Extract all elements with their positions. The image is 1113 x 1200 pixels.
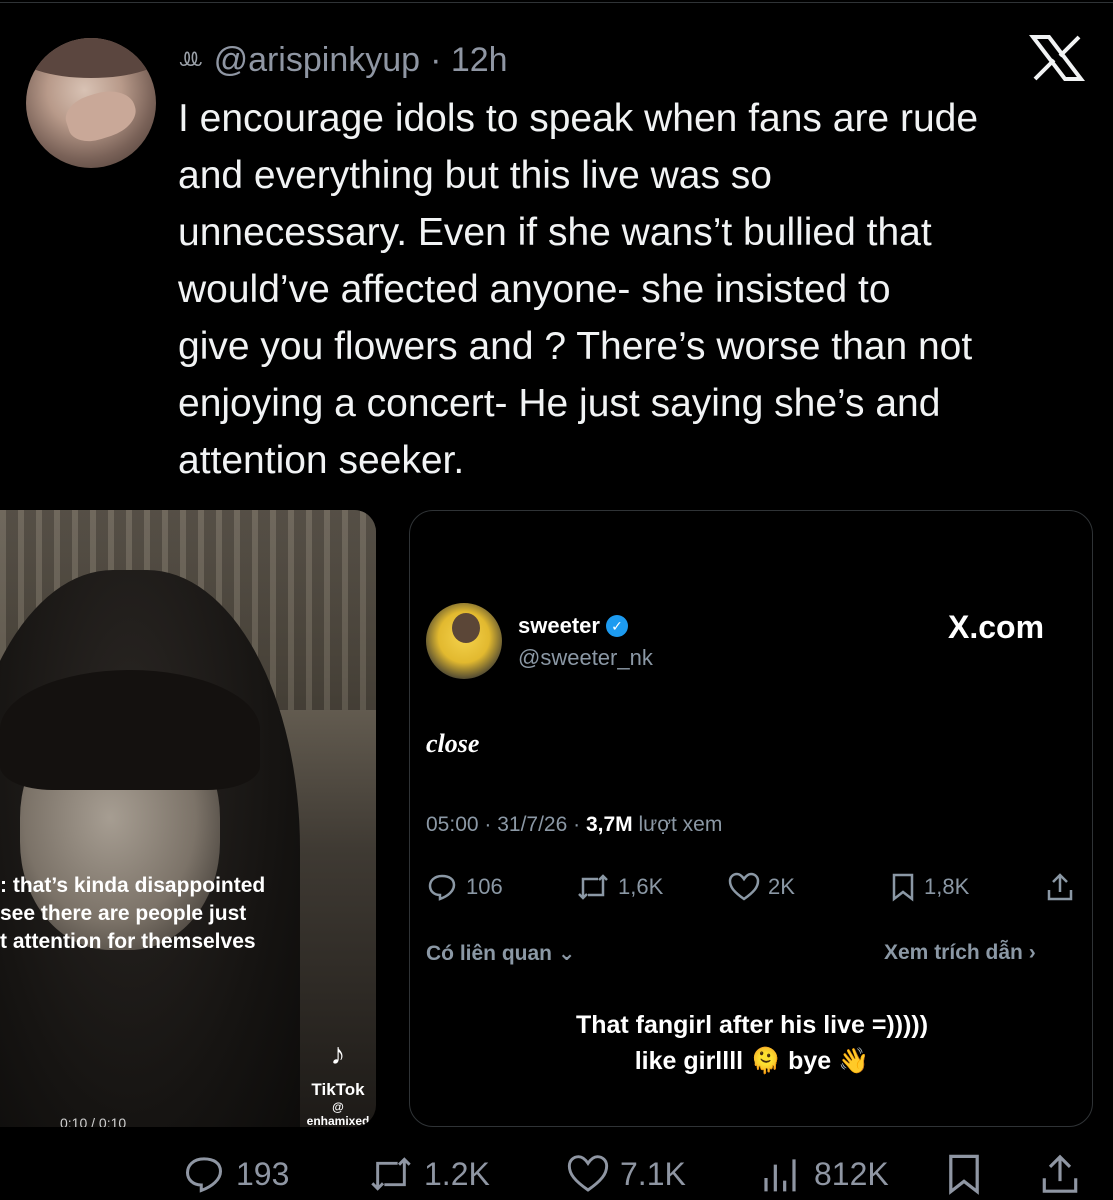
tiktok-watermark: ♪ TikTok @ enhamixed	[300, 1038, 376, 1128]
tweet-line: attention seeker.	[178, 439, 465, 482]
reply-icon	[185, 1157, 223, 1193]
top-divider	[0, 2, 1113, 3]
like-button[interactable]: 7.1K	[566, 1148, 686, 1200]
video-caption-line: t attention for themselves	[0, 930, 256, 953]
embedded-name: sweeter	[518, 613, 600, 638]
embedded-meta-date: 05:00 · 31/7/26 ·	[426, 813, 586, 836]
author-handle[interactable]: @arispinkyup	[214, 41, 421, 80]
embedded-related-link: Có liên quan ⌄	[426, 942, 576, 965]
embedded-bookmark: 1,8K	[890, 867, 969, 907]
ribbon-icon: ꔛ	[178, 44, 204, 74]
embedded-reply: 106	[426, 867, 503, 907]
tiktok-icon: ♪	[330, 1038, 346, 1071]
x-logo-icon[interactable]	[1029, 34, 1085, 82]
embedded-views-label: lượt xem	[632, 813, 723, 836]
tweet-time: · 12h	[430, 40, 508, 79]
like-count: 7.1K	[620, 1155, 686, 1192]
tweet-action-bar: 193 1.2K 7.1K 812K	[0, 1148, 1113, 1200]
repost-icon	[371, 1157, 411, 1191]
video-timestamp: 0:10 / 0:10	[60, 1115, 127, 1127]
bookmark-icon	[892, 873, 914, 902]
embedded-caption-line: like girllll 🫠 bye 👋	[634, 1047, 870, 1075]
embedded-actions: 106 1,6K 2K 1,8K	[426, 867, 1078, 907]
tiktok-brand: TikTok	[311, 1080, 365, 1099]
embedded-caption-line: That fangirl after his live =)))))	[575, 1011, 929, 1039]
verified-badge-icon: ✓	[605, 615, 628, 637]
embedded-like-count: 2K	[768, 874, 795, 899]
share-icon	[1047, 873, 1073, 901]
tweet-line: I encourage idols to speak when fans are…	[178, 97, 979, 140]
embedded-handle: @sweeter_nk	[518, 645, 653, 670]
repost-icon	[578, 874, 608, 900]
avatar-hair	[26, 38, 156, 78]
embedded-site-label: X.com	[948, 609, 1045, 645]
avatar-hand	[60, 83, 142, 148]
tweet-line: unnecessary. Even if she wans’t bullied …	[178, 211, 932, 254]
video-caption: : that’s kinda disappointed see there ar…	[0, 872, 376, 956]
reply-icon	[428, 874, 456, 901]
video-caption-line: : that’s kinda disappointed	[0, 874, 266, 897]
heart-icon	[728, 872, 760, 901]
tweet-line: enjoying a concert- He just saying she’s…	[178, 382, 941, 425]
embedded-repost-count: 1,6K	[618, 874, 664, 899]
heart-icon	[567, 1155, 609, 1192]
tweet-line: would’ve affected anyone- she insisted t…	[178, 268, 891, 311]
reply-count: 193	[236, 1155, 290, 1192]
embedded-bookmark-count: 1,8K	[924, 874, 970, 899]
embedded-body: close	[426, 729, 480, 758]
embedded-share	[1046, 867, 1074, 907]
embedded-views: 3,7M	[585, 813, 633, 836]
tweet-text: I encourage idols to speak when fans are…	[178, 90, 1098, 489]
embedded-like: 2K	[728, 867, 795, 907]
tweet-line: give you flowers and ? There’s worse tha…	[178, 325, 973, 368]
share-button[interactable]	[1040, 1148, 1080, 1200]
video-caption-line: see there are people just	[0, 902, 247, 925]
bookmark-button[interactable]	[944, 1148, 984, 1200]
video-media[interactable]: : that’s kinda disappointed see there ar…	[0, 510, 376, 1127]
embedded-meta: 05:00 · 31/7/26 · 3,7M lượt xem	[426, 813, 722, 837]
embedded-name-row: sweeter ✓	[518, 613, 628, 639]
views-button[interactable]: 812K	[760, 1148, 889, 1200]
views-count: 812K	[814, 1155, 889, 1192]
embedded-tweet-media[interactable]: sweeter ✓ @sweeter_nk X.com close 05:00 …	[409, 510, 1093, 1127]
repost-button[interactable]: 1.2K	[368, 1148, 490, 1200]
embedded-avatar	[426, 603, 502, 679]
reply-button[interactable]: 193	[182, 1148, 289, 1200]
bookmark-icon	[949, 1154, 979, 1195]
embedded-repost: 1,6K	[576, 867, 663, 907]
repost-count: 1.2K	[424, 1155, 490, 1192]
embedded-quotes-link: Xem trích dẫn ›	[884, 941, 1036, 964]
embedded-avatar-head	[452, 613, 480, 643]
embedded-caption: That fangirl after his live =))))) like …	[410, 1007, 1092, 1079]
embedded-reply-count: 106	[466, 874, 503, 899]
video-person-hair	[0, 670, 260, 790]
views-icon	[764, 1159, 796, 1192]
author-avatar[interactable]	[26, 38, 156, 168]
tweet-header: ꔛ @arispinkyup · 12h	[178, 38, 508, 82]
share-icon	[1042, 1154, 1078, 1193]
tiktok-user: @ enhamixed	[306, 1100, 370, 1127]
tweet-line: and everything but this live was so	[178, 154, 772, 197]
